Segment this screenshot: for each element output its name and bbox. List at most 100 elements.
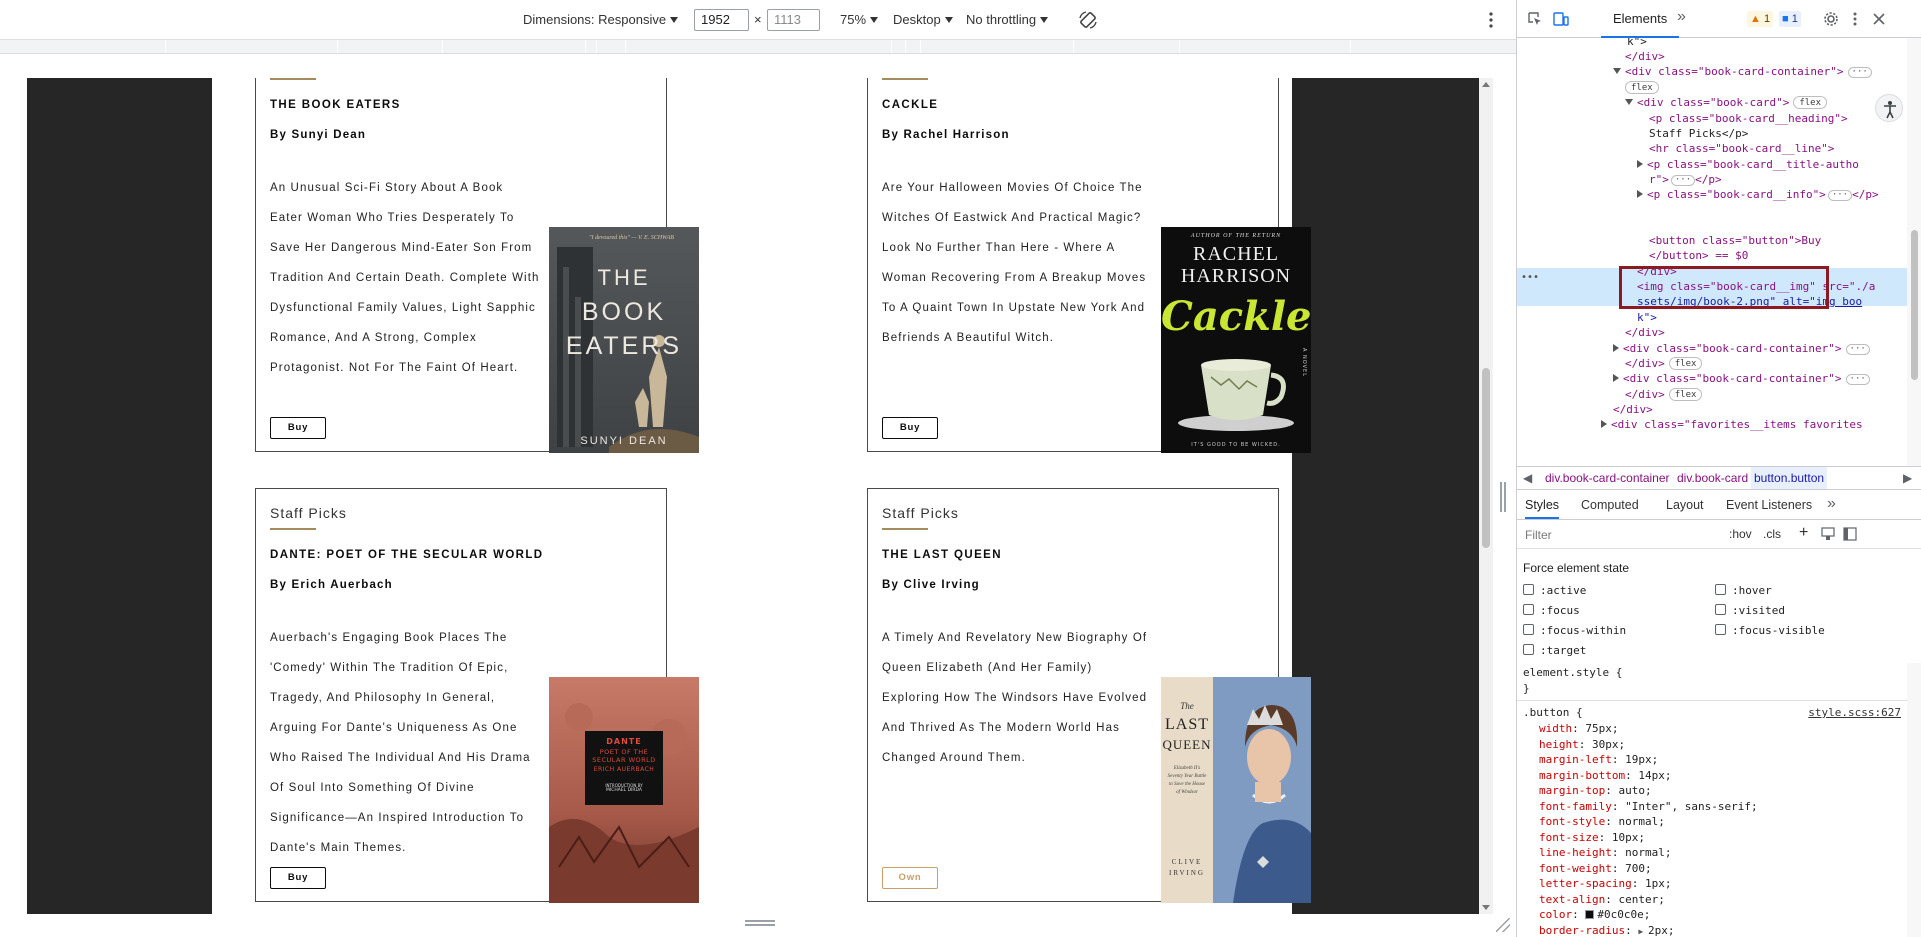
css-property-value[interactable]: 700;	[1625, 862, 1652, 875]
state-checkbox-active[interactable]: :active	[1523, 584, 1586, 597]
breadcrumb-left-icon[interactable]: ◀	[1523, 467, 1532, 489]
breadcrumb-item[interactable]: div.book-card-container	[1545, 467, 1670, 489]
scroll-down-icon[interactable]	[1482, 905, 1490, 910]
css-property-value[interactable]: #0c0c0e;	[1597, 908, 1650, 921]
resize-handle-right[interactable]	[1500, 482, 1506, 512]
css-property-name[interactable]: font-family	[1539, 800, 1612, 813]
css-property-name[interactable]: margin-bottom	[1539, 769, 1625, 782]
color-swatch-icon[interactable]	[1585, 910, 1595, 919]
collapse-icon[interactable]	[1625, 99, 1633, 105]
css-property-line[interactable]: font-family: "Inter", sans-serif;	[1539, 799, 1758, 815]
device-toggle-icon[interactable]	[1553, 11, 1569, 27]
css-property-value[interactable]: center;	[1618, 893, 1664, 906]
color-format-icon[interactable]	[1821, 527, 1835, 541]
more-tabs-icon[interactable]: »	[1677, 8, 1686, 26]
throttling-dropdown[interactable]: No throttling	[966, 12, 1049, 27]
collapse-icon[interactable]	[1613, 68, 1621, 74]
inspect-element-icon[interactable]	[1527, 11, 1543, 27]
tree-node[interactable]: <div class="book-card">	[1637, 96, 1789, 109]
tab-layout[interactable]: Layout	[1666, 498, 1704, 512]
ellipsis-icon[interactable]: ···	[1845, 344, 1870, 355]
css-property-name[interactable]: line-height	[1539, 846, 1612, 859]
css-property-value[interactable]: 14px;	[1638, 769, 1671, 782]
css-rules-pane[interactable]: element.style { } .button { style.scss:6…	[1517, 663, 1907, 937]
css-property-name[interactable]: margin-left	[1539, 753, 1612, 766]
tab-elements[interactable]: Elements	[1601, 0, 1680, 38]
tree-scroll-thumb[interactable]	[1911, 230, 1918, 380]
css-property-value[interactable]: auto;	[1618, 784, 1651, 797]
expand-icon[interactable]: ▶	[1638, 927, 1648, 936]
expand-icon[interactable]	[1637, 160, 1643, 168]
page-scroll-thumb[interactable]	[1482, 368, 1490, 548]
css-property-value[interactable]: 1px;	[1645, 877, 1672, 890]
css-property-line[interactable]: width: 75px;	[1539, 721, 1619, 737]
dimensions-dropdown[interactable]: Dimensions: Responsive	[523, 12, 679, 27]
css-property-line[interactable]: font-size: 10px;	[1539, 830, 1645, 846]
rotate-icon[interactable]	[1078, 10, 1098, 30]
button-rule-selector[interactable]: .button {	[1523, 705, 1583, 721]
css-property-name[interactable]: height	[1539, 738, 1579, 751]
css-property-name[interactable]: text-align	[1539, 893, 1605, 906]
css-property-value[interactable]: 2px;	[1648, 924, 1675, 937]
css-property-line[interactable]: font-weight: 700;	[1539, 861, 1652, 877]
state-checkbox-focus[interactable]: :focus	[1523, 604, 1580, 617]
tree-node[interactable]: <hr class="book-card__line">	[1649, 142, 1834, 155]
css-property-line[interactable]: line-height: normal;	[1539, 845, 1671, 861]
css-property-line[interactable]: margin-left: 19px;	[1539, 752, 1658, 768]
tree-node[interactable]: <p class="book-card__info">	[1647, 188, 1826, 201]
own-button[interactable]: Own	[882, 867, 938, 889]
tab-event-listeners[interactable]: Event Listeners	[1726, 498, 1812, 512]
gear-icon[interactable]	[1823, 11, 1839, 27]
css-property-name[interactable]: font-weight	[1539, 862, 1612, 875]
buy-button[interactable]: Buy	[882, 417, 938, 439]
css-property-name[interactable]: font-style	[1539, 815, 1605, 828]
tree-node[interactable]: </div>	[1625, 326, 1665, 339]
expand-icon[interactable]	[1601, 420, 1607, 428]
styles-filter-input[interactable]	[1522, 525, 1717, 545]
node-actions-icon[interactable]: •••	[1521, 268, 1539, 287]
tab-styles[interactable]: Styles	[1525, 498, 1560, 519]
state-checkbox-hover[interactable]: :hover	[1715, 584, 1772, 597]
tree-node[interactable]: <div class="book-card-container">	[1623, 372, 1842, 385]
css-property-value[interactable]: 10px;	[1612, 831, 1645, 844]
ellipsis-icon[interactable]: ···	[1847, 67, 1872, 78]
expand-icon[interactable]	[1637, 190, 1643, 198]
css-property-value[interactable]: 75px;	[1585, 722, 1618, 735]
scroll-up-icon[interactable]	[1482, 82, 1490, 87]
flex-badge[interactable]: flex	[1668, 388, 1703, 401]
device-type-dropdown[interactable]: Desktop	[893, 12, 953, 27]
more-options-icon[interactable]	[1483, 11, 1499, 29]
css-property-name[interactable]: width	[1539, 722, 1572, 735]
css-property-line[interactable]: font-style: normal;	[1539, 814, 1665, 830]
css-property-line[interactable]: text-align: center;	[1539, 892, 1665, 908]
ellipsis-icon[interactable]: ···	[1845, 374, 1870, 385]
css-property-name[interactable]: border-radius	[1539, 924, 1625, 937]
css-property-value[interactable]: 19px;	[1625, 753, 1658, 766]
state-checkbox-visited[interactable]: :visited	[1715, 604, 1785, 617]
css-property-line[interactable]: color: #0c0c0e;	[1539, 907, 1650, 923]
width-input[interactable]: 1952	[694, 9, 749, 31]
more-tabs-icon[interactable]: »	[1827, 495, 1836, 513]
css-property-value[interactable]: normal;	[1618, 815, 1664, 828]
css-property-value[interactable]: "Inter", sans-serif;	[1625, 800, 1757, 813]
state-checkbox-target[interactable]: :target	[1523, 644, 1586, 657]
css-property-line[interactable]: border-radius: ▶ 2px;	[1539, 923, 1674, 937]
element-style-selector[interactable]: element.style {	[1523, 665, 1622, 681]
buy-button[interactable]: Buy	[270, 867, 326, 889]
height-input[interactable]: 1113	[767, 9, 820, 31]
close-icon[interactable]	[1871, 11, 1887, 27]
tree-scrollbar[interactable]	[1907, 38, 1921, 466]
buy-button[interactable]: Buy	[270, 417, 326, 439]
css-property-line[interactable]: margin-bottom: 14px;	[1539, 768, 1671, 784]
page-scrollbar[interactable]	[1479, 78, 1493, 914]
css-property-name[interactable]: letter-spacing	[1539, 877, 1632, 890]
css-property-name[interactable]: color	[1539, 908, 1572, 921]
resize-handle-bottom[interactable]	[745, 920, 775, 926]
tree-node[interactable]: <div class="favorites__items favorites	[1611, 418, 1863, 431]
ellipsis-icon[interactable]: ···	[1827, 190, 1853, 201]
styles-scrollbar[interactable]	[1907, 663, 1921, 937]
breadcrumb-right-icon[interactable]: ▶	[1903, 467, 1912, 489]
state-checkbox-focus-visible[interactable]: :focus-visible	[1715, 624, 1825, 637]
state-checkbox-focus-within[interactable]: :focus-within	[1523, 624, 1626, 637]
css-property-value[interactable]: normal;	[1625, 846, 1671, 859]
